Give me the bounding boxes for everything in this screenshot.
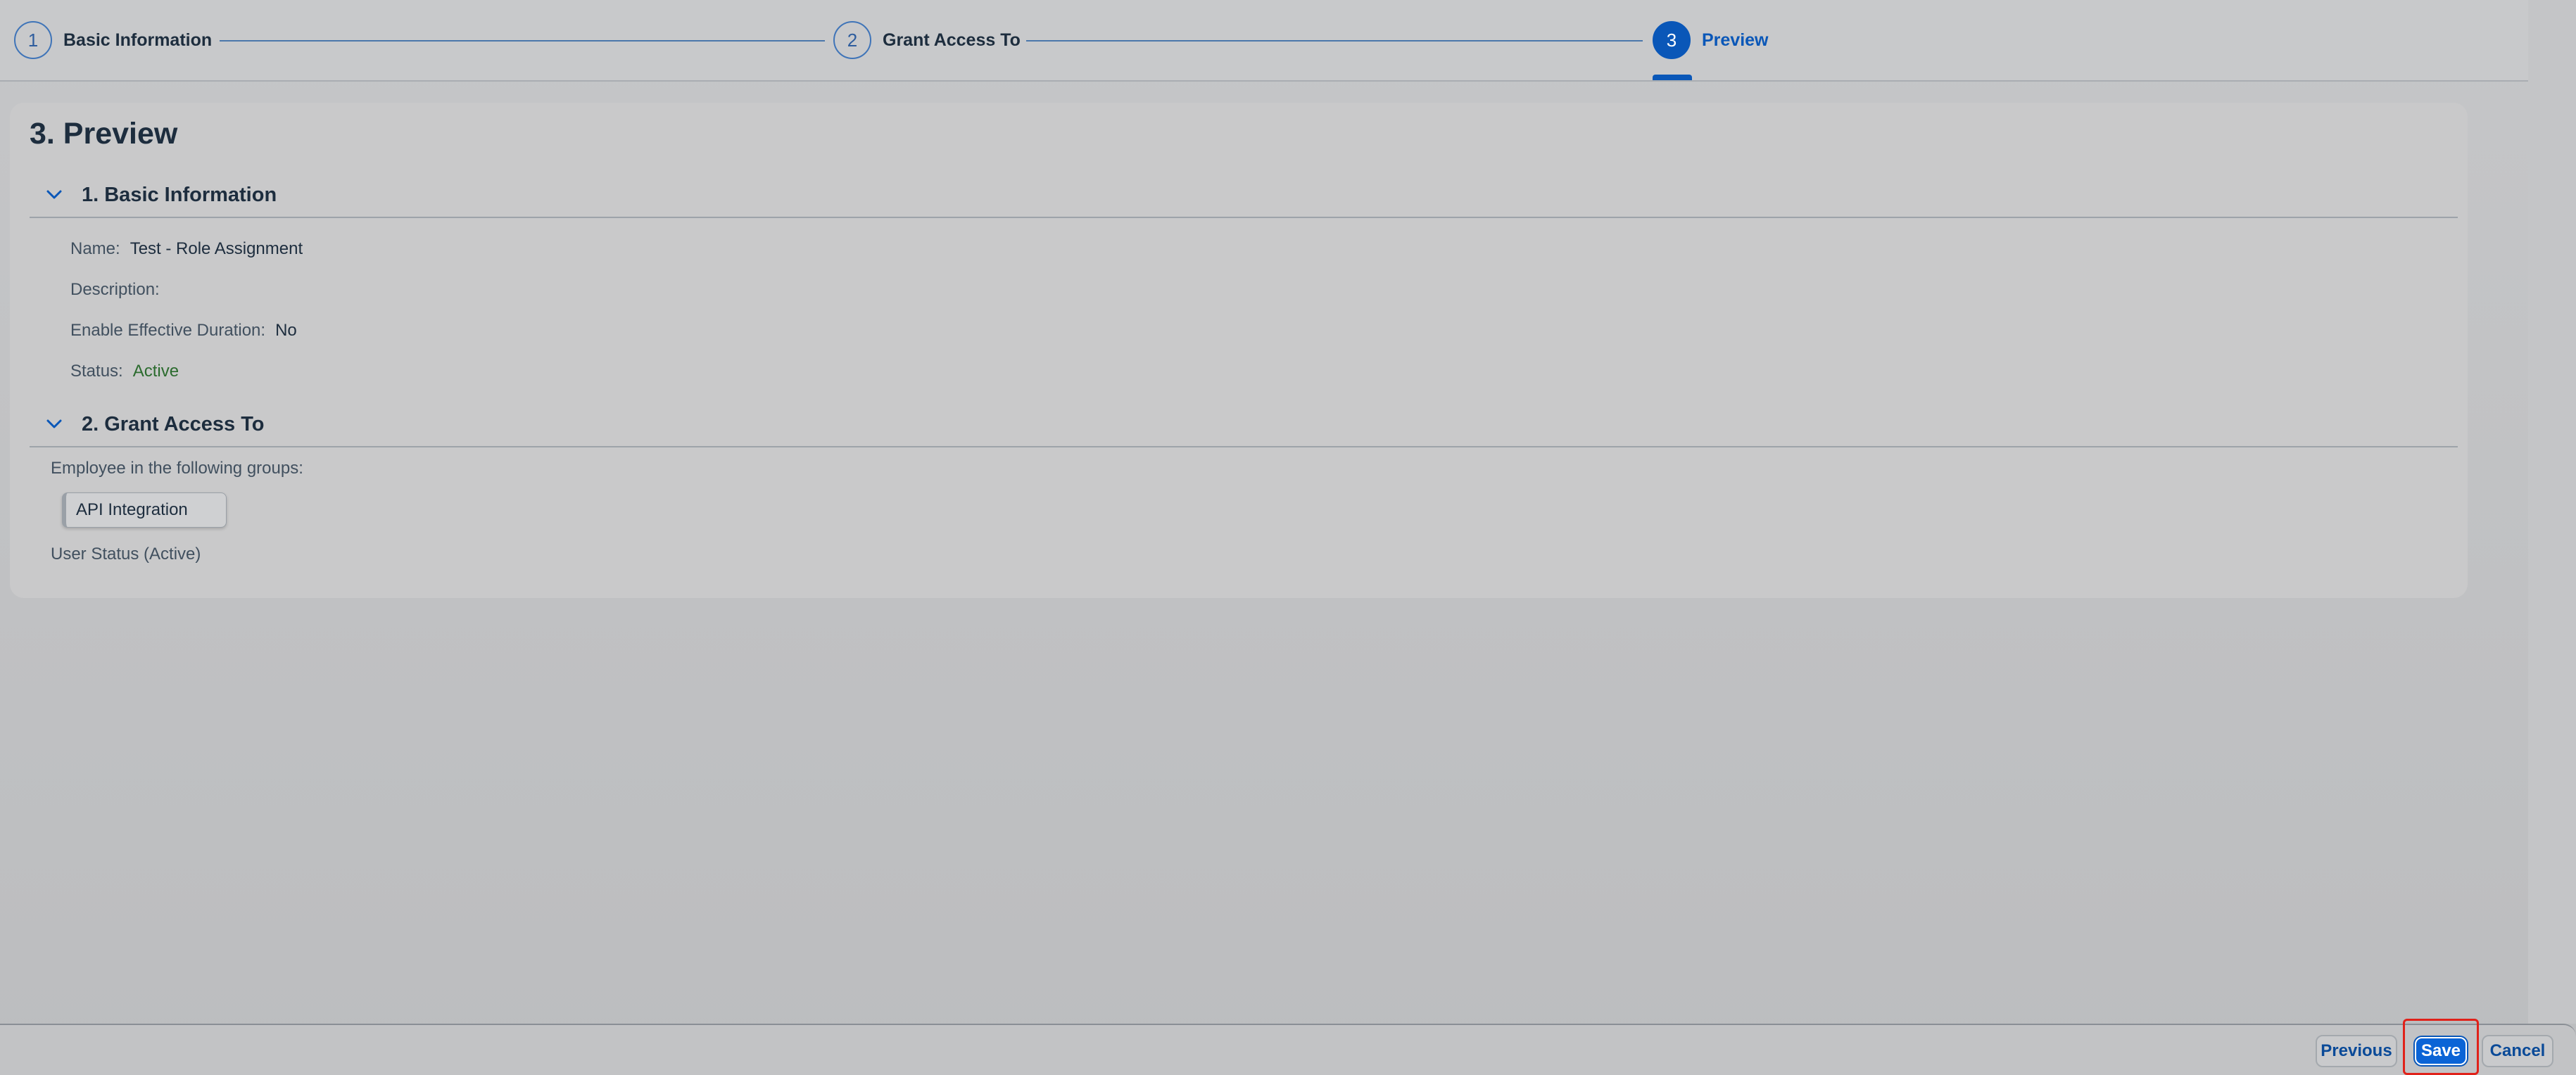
field-effective-duration: Enable Effective Duration: No [70,321,297,341]
wizard-step-preview[interactable]: 3 Preview [1653,0,1769,80]
wizard-progress-bar: 1 Basic Information 2 Grant Access To 3 … [0,0,2528,82]
field-name: Name: Test - Role Assignment [70,239,303,259]
field-value: Test - Role Assignment [130,239,303,258]
section-header-grant-access[interactable]: 2. Grant Access To [30,402,2458,447]
save-button[interactable]: Save [2415,1037,2467,1065]
step-title: Preview [1702,30,1769,50]
token-label: API Integration [76,500,188,519]
previous-button[interactable]: Previous [2316,1035,2397,1067]
status-value: Active [132,362,179,381]
preview-panel: 3. Preview 1. Basic Information Name: Te… [10,103,2468,598]
field-value: No [275,321,297,340]
groups-label: Employee in the following groups: [51,459,303,478]
wizard-step-basic-information[interactable]: 1 Basic Information [14,0,212,80]
field-label: Description: [70,280,160,299]
step-connector-1-2 [220,40,825,42]
step-number-badge: 1 [14,21,52,59]
field-label: Name: [70,239,120,258]
step-title: Grant Access To [883,30,1021,50]
user-status-text: User Status (Active) [51,545,201,564]
group-token: API Integration [62,492,227,528]
chevron-down-icon[interactable] [44,184,65,205]
cancel-button[interactable]: Cancel [2482,1035,2553,1067]
footer-toolbar: Previous Save Cancel [0,1024,2576,1075]
chevron-down-icon[interactable] [44,414,65,435]
section-title: 2. Grant Access To [82,412,265,435]
step-title: Basic Information [63,30,213,50]
step-connector-2-3 [1026,40,1643,42]
active-step-indicator [1653,75,1692,80]
page-title: 3. Preview [30,117,178,151]
field-status: Status: Active [70,362,179,381]
step-number-badge: 2 [833,21,871,59]
step-number-badge: 3 [1653,21,1691,59]
section-title: 1. Basic Information [82,183,277,206]
scroll-gutter [2528,0,2576,1024]
wizard-step-grant-access[interactable]: 2 Grant Access To [833,0,1021,80]
field-label: Status: [70,362,123,381]
field-label: Enable Effective Duration: [70,321,266,340]
field-description: Description: [70,280,170,300]
section-header-basic-information[interactable]: 1. Basic Information [30,173,2458,218]
